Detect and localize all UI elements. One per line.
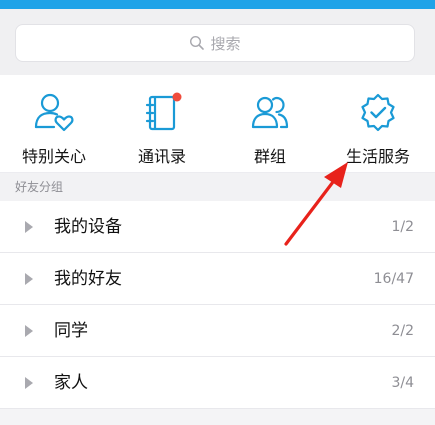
group-name: 我的设备 [54, 217, 122, 237]
quick-action-label: 通讯录 [137, 147, 186, 166]
friend-group-list: 我的设备 1/2 我的好友 16/47 同学 2/2 家人 3/4 [0, 201, 435, 409]
search-area: 搜索 [0, 9, 435, 75]
quick-action-label: 特别关心 [21, 147, 86, 166]
check-badge-icon [361, 93, 395, 132]
notification-badge [172, 92, 182, 102]
search-placeholder: 搜索 [210, 34, 241, 53]
group-row-family[interactable]: 家人 3/4 [0, 357, 435, 409]
group-name: 我的好友 [54, 269, 122, 289]
expand-arrow-icon [25, 221, 33, 233]
person-heart-icon [34, 93, 74, 132]
quick-action-special-care[interactable]: 特别关心 [0, 75, 108, 173]
group-name: 家人 [54, 373, 88, 393]
group-row-devices[interactable]: 我的设备 1/2 [0, 201, 435, 253]
group-count: 16/47 [373, 271, 414, 287]
quick-action-contacts[interactable]: 通讯录 [108, 75, 216, 173]
quick-action-label: 群组 [253, 147, 286, 166]
group-name: 同学 [54, 321, 88, 341]
group-row-friends[interactable]: 我的好友 16/47 [0, 253, 435, 305]
group-icon [251, 96, 289, 129]
search-icon [190, 35, 205, 50]
group-count: 3/4 [391, 375, 414, 391]
expand-arrow-icon [25, 377, 33, 389]
quick-action-label: 生活服务 [345, 147, 410, 166]
status-bar [0, 0, 435, 9]
expand-arrow-icon [25, 273, 33, 285]
group-row-classmates[interactable]: 同学 2/2 [0, 305, 435, 357]
search-input[interactable]: 搜索 [15, 24, 415, 62]
quick-actions: 特别关心 通讯录 群组 生活服务 [0, 75, 435, 173]
quick-action-groups[interactable]: 群组 [216, 75, 324, 173]
group-count: 1/2 [391, 219, 414, 235]
address-book-icon [145, 92, 182, 131]
section-header-friends: 好友分组 [0, 173, 435, 201]
quick-action-life-services[interactable]: 生活服务 [324, 75, 432, 173]
group-count: 2/2 [391, 323, 414, 339]
expand-arrow-icon [25, 325, 33, 337]
